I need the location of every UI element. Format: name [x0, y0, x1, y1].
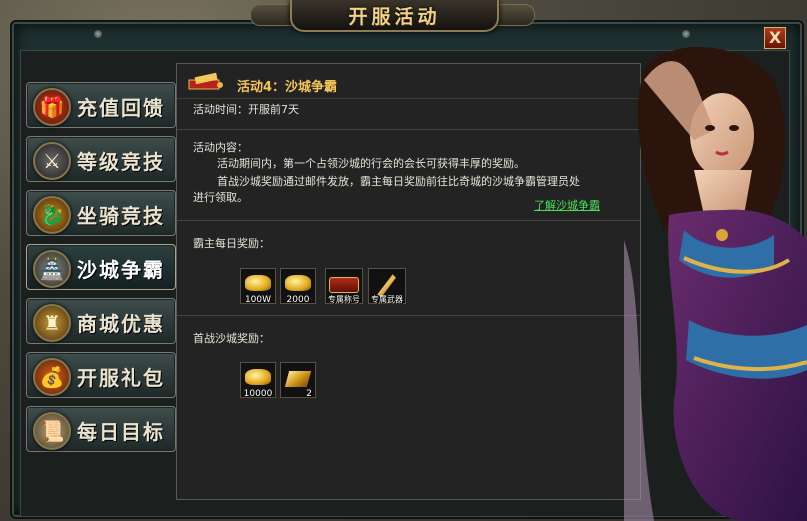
reward-qty: 2000: [286, 295, 310, 305]
shop-chest-icon: ♜: [33, 304, 71, 342]
menu-item-label: 开服礼包: [77, 366, 165, 390]
menu-item-label: 沙城争霸: [77, 258, 165, 282]
reward-qty: 2: [306, 389, 312, 399]
gift-bag-icon: 💰: [33, 358, 71, 396]
menu-item-label: 充值回馈: [77, 96, 165, 120]
menu-item-recharge[interactable]: 🎁 充值回馈: [26, 82, 176, 128]
activity-menu: 🎁 充值回馈 ⚔ 等级竞技 🐉 坐骑竞技 🏯 沙城争霸 ♜ 商城优惠 💰 开服礼…: [26, 82, 176, 460]
menu-item-label: 坐骑竞技: [77, 204, 165, 228]
first-reward-label: 首战沙城奖励：: [193, 332, 270, 345]
reward-qty: 专属称号: [328, 295, 360, 304]
divider: [177, 315, 640, 316]
menu-item-sabuk[interactable]: 🏯 沙城争霸: [26, 244, 176, 290]
reward-slot[interactable]: 2: [280, 362, 316, 399]
menu-item-mount[interactable]: 🐉 坐骑竞技: [26, 190, 176, 236]
menu-item-daily[interactable]: 📜 每日目标: [26, 406, 176, 452]
content-line-2: 首战沙城奖励通过邮件发放，霸主每日奖励前往比奇城的沙城争霸管理员处: [217, 175, 580, 188]
crossed-swords-icon: ⚔: [33, 142, 71, 180]
reward-slot[interactable]: 10000: [240, 362, 276, 399]
menu-item-label: 每日目标: [77, 420, 165, 444]
title-plaque-icon: [329, 277, 359, 293]
gold-ingot-icon: [285, 275, 311, 291]
activity-title: 活动4：沙城争霸: [237, 80, 338, 95]
content-line-3: 进行领取。: [193, 191, 248, 204]
content-label: 活动内容：: [193, 141, 248, 154]
divider: [177, 220, 640, 221]
gift-box-icon: 🎁: [33, 88, 71, 126]
rivet-icon: [94, 30, 102, 38]
gold-ingot-icon: [245, 275, 271, 291]
rivet-icon: [682, 30, 690, 38]
scroll-target-icon: 📜: [33, 412, 71, 450]
window-title: 开服活动: [348, 6, 441, 28]
character-artwork: [624, 46, 807, 521]
menu-item-label: 商城优惠: [77, 312, 165, 336]
learn-more-link[interactable]: 了解沙城争霸: [534, 197, 600, 213]
menu-item-level[interactable]: ⚔ 等级竞技: [26, 136, 176, 182]
content-line-1: 活动期间内，第一个占领沙城的行会的会长可获得丰厚的奖励。: [217, 157, 525, 170]
reward-slot[interactable]: 专属武器: [368, 268, 406, 304]
reward-slot[interactable]: 2000: [280, 268, 316, 305]
dragon-mount-icon: 🐉: [33, 196, 71, 234]
reward-slot[interactable]: 100W: [240, 268, 276, 305]
menu-item-giftpack[interactable]: 💰 开服礼包: [26, 352, 176, 398]
gold-ingot-icon: [245, 369, 271, 385]
reward-qty: 100W: [244, 295, 272, 305]
activity-header: 活动4：沙城争霸: [177, 64, 640, 99]
castle-icon: 🏯: [33, 250, 71, 288]
activity-content-panel: 活动4：沙城争霸 活动时间：开服前7天 活动内容： 活动期间内，第一个占领沙城的…: [176, 63, 641, 500]
title-plaque: 开服活动: [290, 0, 499, 32]
reward-qty: 10000: [243, 389, 273, 399]
reward-qty: 专属武器: [371, 295, 403, 304]
gold-bar-icon: [284, 371, 312, 387]
window-frame: 开服活动 X 🎁 充值回馈 ⚔ 等级竞技 🐉 坐骑竞技 🏯 沙城争霸 ♜ 商城优…: [0, 0, 807, 521]
activity-time: 活动时间：开服前7天: [193, 103, 299, 116]
reward-slot[interactable]: 专属称号: [325, 268, 363, 304]
scroll-icon: [188, 72, 223, 90]
menu-item-shop[interactable]: ♜ 商城优惠: [26, 298, 176, 344]
divider: [177, 129, 640, 130]
menu-item-label: 等级竞技: [77, 150, 165, 174]
daily-reward-label: 霸主每日奖励：: [193, 237, 270, 250]
